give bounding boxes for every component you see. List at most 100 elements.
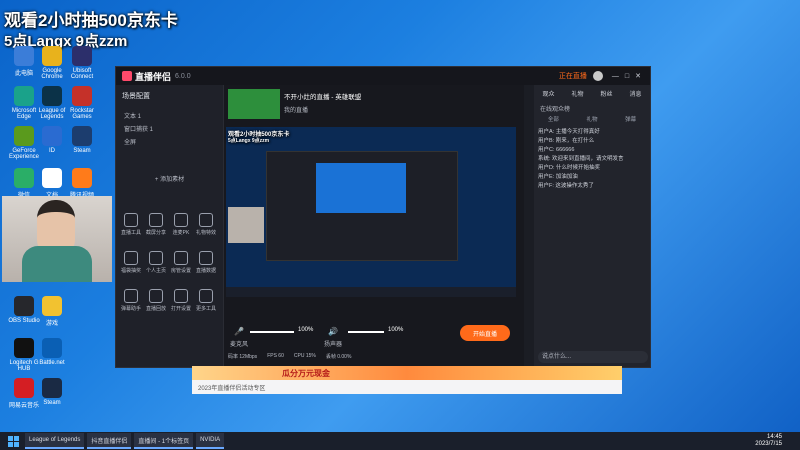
webcam-overlay [2, 196, 112, 282]
taskbar-app[interactable]: 抖音直播伴侣 [87, 433, 132, 449]
tool-button[interactable]: 房管设置 [170, 251, 192, 274]
tool-button[interactable]: 直播回放 [145, 289, 167, 312]
minimize-icon[interactable]: — [612, 73, 619, 80]
chat-message: 用户D: 什么时候开始抽奖 [538, 165, 601, 171]
desktop-icon-label: Steam [43, 400, 61, 406]
chat-message: 用户C: 666666 [538, 147, 575, 153]
chat-panel: 观众 礼物 粉丝 消息 在线观众榜 全部 礼物 弹幕 用户A: 主播今天打得真好 用户B: … [534, 85, 650, 367]
desktop-icon[interactable]: Google Chrome [36, 46, 68, 80]
taskbar-app[interactable]: NVIDIA [196, 433, 225, 449]
app-icon [42, 126, 62, 146]
start-live-button[interactable]: 开始直播 [460, 325, 510, 341]
chat-tabs: 观众 礼物 粉丝 消息 [534, 85, 650, 102]
tool-button[interactable]: 打开设置 [170, 289, 192, 312]
stream-preview: 观看2小时抽500京东卡 5点Langx 9点zzm [226, 127, 516, 297]
tool-label: 个人主页 [145, 268, 166, 274]
tool-button[interactable]: 福袋抽奖 [120, 251, 142, 274]
add-source-button[interactable]: + 添加素材 [116, 174, 223, 183]
maximize-icon[interactable]: □ [625, 73, 629, 80]
tool-label: 福袋抽奖 [120, 268, 141, 274]
banner-image [192, 366, 622, 380]
scene-item[interactable]: 全屏 [124, 137, 215, 146]
chat-subtab[interactable]: 弹幕 [625, 115, 636, 123]
system-clock[interactable]: 14:45 2023/7/15 [755, 434, 782, 448]
live-companion-window: 直播伴侣 6.0.0 正在直播 — □ ✕ 场景配置 文本 1 窗口捕获 1 全屏 … [115, 66, 651, 368]
chat-tab[interactable]: 消息 [629, 89, 641, 98]
desktop-icon[interactable]: 文档 [36, 168, 68, 199]
chat-tab[interactable]: 粉丝 [600, 89, 612, 98]
chat-subtab[interactable]: 礼物 [586, 115, 597, 123]
tool-button[interactable]: 截屏分享 [145, 213, 167, 236]
app-icon [72, 46, 92, 66]
tool-icon [199, 251, 213, 265]
tool-icon [124, 213, 138, 227]
mic-label: 麦克风 [230, 342, 249, 348]
scene-item[interactable]: 窗口捕获 1 [124, 124, 215, 133]
app-logo-icon [122, 71, 132, 81]
chat-message: 用户B: 刚来，在打什么 [538, 138, 595, 144]
desktop-icon[interactable]: 腾讯视频 [66, 168, 98, 199]
desktop-icon[interactable]: Steam [36, 378, 68, 406]
desktop-icon[interactable]: Battle.net [36, 338, 68, 366]
app-version: 6.0.0 [175, 72, 191, 80]
tool-button[interactable]: 连麦PK [170, 213, 192, 236]
mic-volume-slider[interactable] [250, 331, 294, 333]
audio-controls: 🎤 麦克风 100% 🔊 扬声器 100% 开始直播 [228, 325, 528, 349]
tool-icon [174, 289, 188, 303]
tool-button[interactable]: 礼物特效 [195, 213, 217, 236]
app-icon [14, 168, 34, 188]
tool-label: 直播工具 [120, 230, 141, 236]
avatar[interactable] [592, 71, 603, 81]
tool-button[interactable]: 更多工具 [195, 289, 217, 312]
start-button[interactable] [4, 434, 22, 448]
app-icon [42, 378, 62, 398]
tool-icon [149, 213, 163, 227]
desktop-icon[interactable]: Steam [66, 126, 98, 154]
app-icon [14, 338, 34, 358]
app-icon [72, 86, 92, 106]
app-icon [42, 46, 62, 66]
app-icon [14, 86, 34, 106]
tool-button[interactable]: 个人主页 [145, 251, 167, 274]
microphone-icon[interactable]: 🎤 [234, 327, 244, 336]
desktop-icon[interactable]: 游戏 [36, 296, 68, 327]
tool-button[interactable]: 弹幕助手 [120, 289, 142, 312]
app-title: 直播伴侣 [135, 71, 172, 82]
chat-input[interactable]: 说点什么... [538, 351, 648, 363]
desktop-icon[interactable]: ID [36, 126, 68, 154]
desktop-icon-label: Google Chrome [41, 68, 63, 80]
speaker-volume-value: 100% [388, 327, 404, 333]
chat-message: 用户F: 这波操作太秀了 [538, 183, 594, 189]
app-icon [14, 378, 34, 398]
banner-text: 瓜分万元现金 [282, 369, 330, 378]
tool-label: 截屏分享 [145, 230, 166, 236]
desktop-icon[interactable]: League of Legends [36, 86, 68, 120]
chat-message: 用户A: 主播今天打得真好 [538, 129, 600, 135]
chat-subtab[interactable]: 全部 [548, 115, 559, 123]
desktop-icon-label: 游戏 [45, 321, 58, 327]
taskbar-items: League of Legends 抖音直播伴侣 直播间 - 1个标签页 NVIDIA [22, 433, 225, 449]
tool-label: 打开设置 [170, 306, 191, 312]
tool-button[interactable]: 直播工具 [120, 213, 142, 236]
scene-item[interactable]: 文本 1 [124, 111, 215, 120]
desktop-icon[interactable]: Rockstar Games [66, 86, 98, 120]
desktop-icon[interactable]: Ubisoft Connect [66, 46, 98, 80]
chat-tab[interactable]: 观众 [542, 89, 554, 98]
speaker-volume-slider[interactable] [348, 331, 384, 333]
close-icon[interactable]: ✕ [635, 72, 641, 80]
streamer-body [22, 246, 92, 282]
tool-icon [149, 289, 163, 303]
clock-time: 14:45 [766, 434, 782, 440]
tool-label: 更多工具 [195, 306, 216, 312]
chat-tab[interactable]: 礼物 [571, 89, 583, 98]
speaker-icon[interactable]: 🔊 [328, 327, 338, 336]
taskbar-app[interactable]: League of Legends [25, 433, 85, 449]
app-icon [42, 86, 62, 106]
tool-button[interactable]: 直播数据 [195, 251, 217, 274]
desktop-icon-label: Ubisoft Connect [70, 68, 94, 80]
live-status-badge[interactable]: 正在直播 [559, 71, 587, 81]
taskbar-app[interactable]: 直播间 - 1个标签页 [134, 433, 194, 449]
stat-item: 丢帧 0.00% [325, 354, 352, 360]
windows-icon [7, 435, 19, 447]
tool-icon [199, 289, 213, 303]
